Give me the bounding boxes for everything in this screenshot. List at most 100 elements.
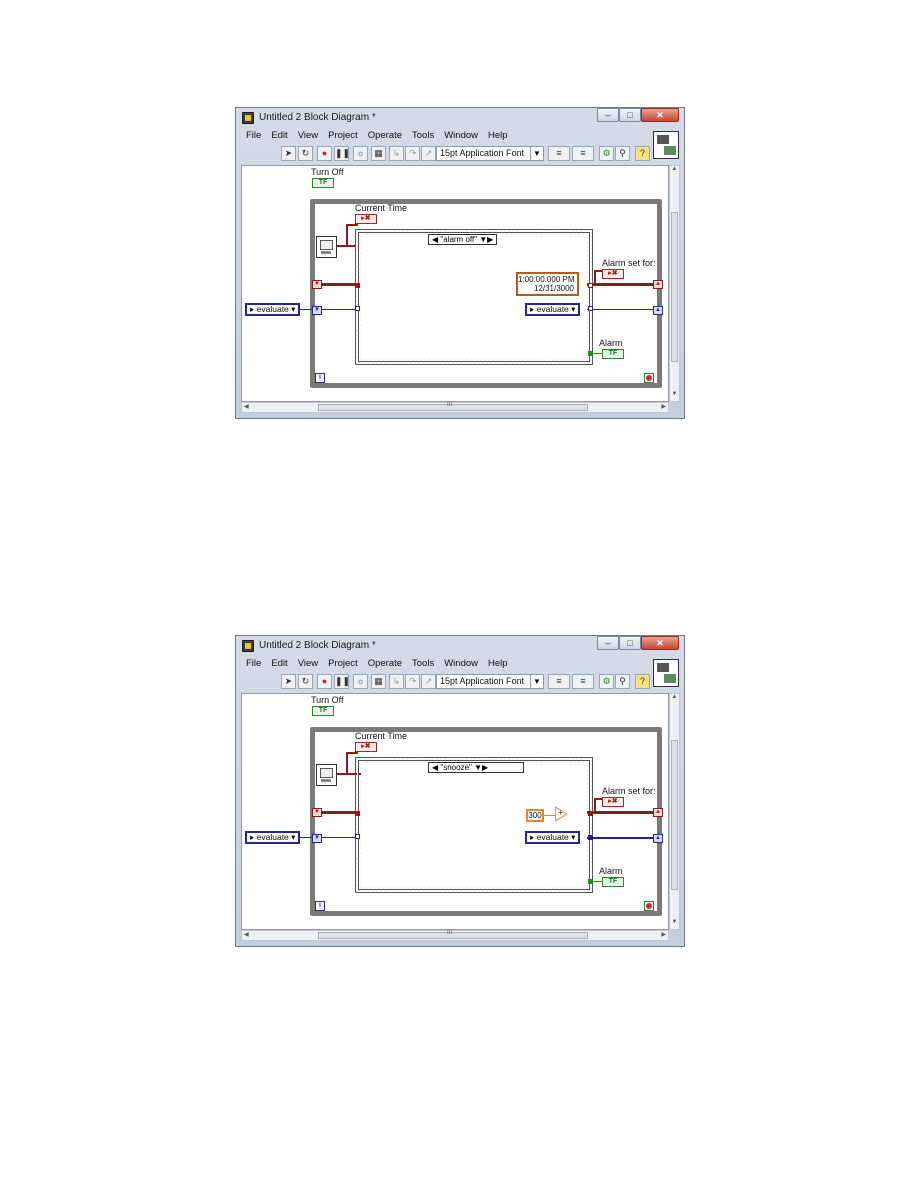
retain-wire-values-icon[interactable]: ▦ bbox=[371, 674, 386, 689]
shift-register-left-state[interactable]: ▼ bbox=[312, 834, 322, 843]
close-button[interactable]: ✕ bbox=[641, 108, 679, 122]
scroll-left-icon[interactable]: ◀ bbox=[244, 931, 249, 938]
maximize-button[interactable]: □ bbox=[619, 108, 641, 122]
minimize-button[interactable]: – bbox=[597, 108, 619, 122]
stop-terminal[interactable] bbox=[644, 901, 654, 911]
shift-register-right-state[interactable]: ▲ bbox=[653, 306, 663, 315]
shift-register-right-time[interactable]: ▲ bbox=[653, 280, 663, 289]
scroll-up-icon[interactable]: ▲ bbox=[670, 166, 679, 176]
menu-operate[interactable]: Operate bbox=[363, 657, 407, 672]
scroll-left-icon[interactable]: ◀ bbox=[244, 403, 249, 410]
case-selector[interactable]: ◀ "snooze" ▼▶ bbox=[428, 762, 524, 773]
stop-terminal[interactable] bbox=[644, 373, 654, 383]
case-structure[interactable] bbox=[355, 229, 593, 365]
minimize-button[interactable]: – bbox=[597, 636, 619, 650]
align-objects-icon[interactable]: ≡ bbox=[548, 146, 570, 161]
context-help-icon[interactable]: ? bbox=[635, 674, 650, 689]
alarm-indicator[interactable]: TF bbox=[602, 877, 624, 887]
numeric-constant[interactable]: 300 bbox=[526, 809, 544, 822]
pause-icon[interactable]: ❚❚ bbox=[334, 146, 350, 161]
state-enum-constant[interactable]: ▸ evaluate ▾ bbox=[245, 303, 301, 316]
search-icon[interactable]: ⚲ bbox=[615, 674, 630, 689]
vi-icon[interactable] bbox=[653, 659, 679, 687]
current-time-indicator[interactable]: ▸✖ bbox=[355, 742, 377, 752]
menu-project[interactable]: Project bbox=[323, 129, 363, 144]
current-time-indicator[interactable]: ▸✖ bbox=[355, 214, 377, 224]
distribute-objects-icon[interactable]: ≡ bbox=[572, 674, 594, 689]
alarm-set-for-indicator[interactable]: ▸✖ bbox=[602, 797, 624, 807]
horizontal-scrollbar[interactable]: ◀ ▶ bbox=[241, 402, 669, 413]
retain-wire-values-icon[interactable]: ▦ bbox=[371, 146, 386, 161]
scroll-right-icon[interactable]: ▶ bbox=[661, 931, 666, 938]
abort-icon[interactable]: ● bbox=[317, 674, 332, 689]
inner-enum-constant[interactable]: ▸ evaluate ▾ bbox=[525, 303, 581, 316]
menu-edit[interactable]: Edit bbox=[266, 129, 292, 144]
alarm-indicator[interactable]: TF bbox=[602, 349, 624, 359]
close-button[interactable]: ✕ bbox=[641, 636, 679, 650]
menu-operate[interactable]: Operate bbox=[363, 129, 407, 144]
shift-register-left-state[interactable]: ▼ bbox=[312, 306, 322, 315]
step-over-icon[interactable]: ↷ bbox=[405, 146, 420, 161]
run-arrow-icon[interactable]: ➤ bbox=[281, 674, 296, 689]
turn-off-terminal[interactable]: TF bbox=[312, 178, 334, 188]
run-continuously-icon[interactable]: ↻ bbox=[298, 674, 313, 689]
shift-register-right-state[interactable]: ▲ bbox=[653, 834, 663, 843]
case-selector[interactable]: ◀ "alarm off" ▼▶ bbox=[428, 234, 498, 245]
pause-icon[interactable]: ❚❚ bbox=[334, 674, 350, 689]
horizontal-scroll-thumb[interactable] bbox=[318, 402, 588, 411]
run-continuously-icon[interactable]: ↻ bbox=[298, 146, 313, 161]
run-arrow-icon[interactable]: ➤ bbox=[281, 146, 296, 161]
diagram-canvas[interactable]: Turn Off TF Current Time ▸✖ Alarm set fo… bbox=[241, 693, 669, 930]
vertical-scrollbar[interactable]: ▲ ▼ bbox=[669, 693, 680, 930]
vi-icon[interactable] bbox=[653, 131, 679, 159]
highlight-execution-icon[interactable]: ☼ bbox=[353, 674, 368, 689]
step-over-icon[interactable]: ↷ bbox=[405, 674, 420, 689]
menu-window[interactable]: Window bbox=[439, 129, 483, 144]
menu-help[interactable]: Help bbox=[483, 129, 513, 144]
clean-up-diagram-icon[interactable]: ⚙ bbox=[599, 146, 614, 161]
menu-view[interactable]: View bbox=[293, 657, 323, 672]
abort-icon[interactable]: ● bbox=[317, 146, 332, 161]
step-into-icon[interactable]: ↳ bbox=[389, 674, 404, 689]
menu-view[interactable]: View bbox=[293, 129, 323, 144]
inner-enum-constant[interactable]: ▸ evaluate ▾ bbox=[525, 831, 581, 844]
alarm-set-for-indicator[interactable]: ▸✖ bbox=[602, 269, 624, 279]
horizontal-scroll-thumb[interactable] bbox=[318, 930, 588, 939]
maximize-button[interactable]: □ bbox=[619, 636, 641, 650]
horizontal-scrollbar[interactable]: ◀ ▶ bbox=[241, 930, 669, 941]
shift-register-right-time[interactable]: ▲ bbox=[653, 808, 663, 817]
get-date-time-icon[interactable] bbox=[316, 764, 337, 786]
title-bar[interactable]: Untitled 2 Block Diagram * – □ ✕ bbox=[236, 636, 684, 656]
menu-window[interactable]: Window bbox=[439, 657, 483, 672]
vertical-scroll-thumb[interactable] bbox=[671, 740, 678, 890]
menu-tools[interactable]: Tools bbox=[407, 129, 439, 144]
menu-project[interactable]: Project bbox=[323, 657, 363, 672]
vertical-scrollbar[interactable]: ▲ ▼ bbox=[669, 165, 680, 402]
step-out-icon[interactable]: ↗ bbox=[421, 674, 436, 689]
font-select[interactable]: 15pt Application Font ▼ bbox=[436, 146, 544, 161]
scroll-down-icon[interactable]: ▼ bbox=[670, 391, 679, 401]
diagram-canvas[interactable]: Turn Off TF Current Time ▸✖ Alarm set fo… bbox=[241, 165, 669, 402]
align-objects-icon[interactable]: ≡ bbox=[548, 674, 570, 689]
clean-up-diagram-icon[interactable]: ⚙ bbox=[599, 674, 614, 689]
scroll-down-icon[interactable]: ▼ bbox=[670, 919, 679, 929]
shift-register-left-time[interactable]: ▼ bbox=[312, 808, 322, 817]
menu-tools[interactable]: Tools bbox=[407, 657, 439, 672]
turn-off-terminal[interactable]: TF bbox=[312, 706, 334, 716]
scroll-right-icon[interactable]: ▶ bbox=[661, 403, 666, 410]
get-date-time-icon[interactable] bbox=[316, 236, 337, 258]
case-structure[interactable] bbox=[355, 757, 593, 893]
distribute-objects-icon[interactable]: ≡ bbox=[572, 146, 594, 161]
search-icon[interactable]: ⚲ bbox=[615, 146, 630, 161]
step-out-icon[interactable]: ↗ bbox=[421, 146, 436, 161]
highlight-execution-icon[interactable]: ☼ bbox=[353, 146, 368, 161]
menu-file[interactable]: File bbox=[241, 657, 266, 672]
menu-help[interactable]: Help bbox=[483, 657, 513, 672]
menu-file[interactable]: File bbox=[241, 129, 266, 144]
shift-register-left-time[interactable]: ▼ bbox=[312, 280, 322, 289]
state-enum-constant[interactable]: ▸ evaluate ▾ bbox=[245, 831, 301, 844]
context-help-icon[interactable]: ? bbox=[635, 146, 650, 161]
font-select[interactable]: 15pt Application Font ▼ bbox=[436, 674, 544, 689]
vertical-scroll-thumb[interactable] bbox=[671, 212, 678, 362]
menu-edit[interactable]: Edit bbox=[266, 657, 292, 672]
